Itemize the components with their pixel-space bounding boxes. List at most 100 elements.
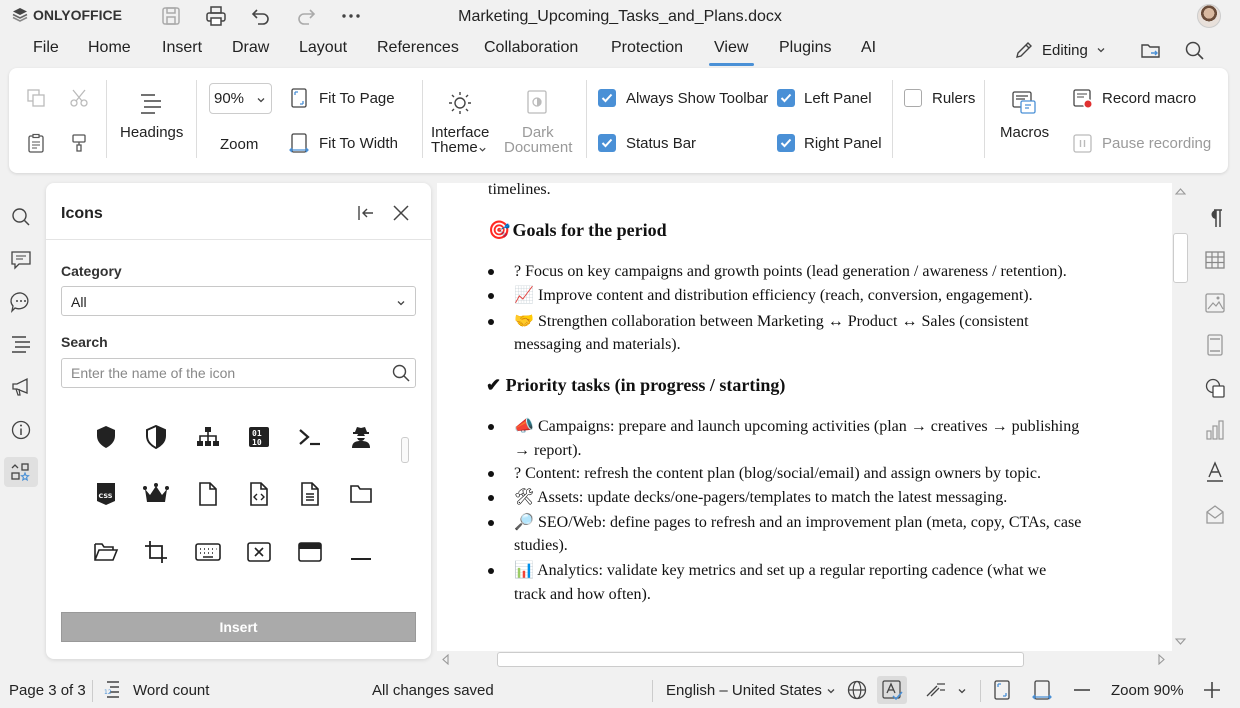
file-code-icon[interactable]	[243, 478, 275, 510]
list-item: 🔎 SEO/Web: define pages to refresh and a…	[514, 511, 1081, 534]
word-count-button[interactable]: Word count	[133, 682, 209, 699]
open-file-location-icon[interactable]	[1140, 40, 1162, 62]
shield-half-icon[interactable]	[140, 421, 172, 453]
fit-to-width-icon[interactable]	[1032, 679, 1052, 701]
scroll-up-icon[interactable]	[1175, 187, 1186, 195]
record-macro-icon[interactable]	[1072, 88, 1094, 110]
zoom-in-icon[interactable]	[1202, 679, 1222, 701]
crop-icon[interactable]	[140, 536, 172, 568]
macros-icon[interactable]	[1011, 89, 1037, 115]
headings-icon[interactable]	[139, 91, 163, 115]
icons-plugin-icon[interactable]	[10, 461, 32, 483]
table-settings-icon[interactable]	[1204, 249, 1226, 271]
binary-icon[interactable]: 01 10	[243, 421, 275, 453]
insert-button[interactable]: Insert	[61, 612, 416, 642]
right-panel-label: Right Panel	[804, 135, 882, 152]
file-lines-icon[interactable]	[294, 478, 326, 510]
navigation-icon[interactable]	[10, 333, 32, 355]
menu-references[interactable]: References	[377, 39, 459, 57]
rulers-checkbox[interactable]	[904, 89, 922, 107]
horizontal-scrollbar[interactable]	[436, 651, 1172, 668]
sitemap-icon[interactable]	[192, 421, 224, 453]
shield-icon[interactable]	[90, 421, 122, 453]
paragraph-settings-icon[interactable]	[1204, 207, 1226, 229]
search-icon[interactable]	[10, 206, 32, 228]
zoom-select[interactable]: 90%	[209, 83, 272, 114]
chart-settings-icon[interactable]	[1204, 419, 1226, 441]
language-select[interactable]: English – United States	[666, 682, 822, 699]
fit-to-page-icon[interactable]	[289, 87, 309, 109]
handshake-icon: 🤝	[514, 313, 534, 330]
menu-draw[interactable]: Draw	[232, 39, 269, 57]
file-icon[interactable]	[192, 478, 224, 510]
keyboard-icon[interactable]	[192, 536, 224, 568]
text-art-settings-icon[interactable]	[1204, 461, 1226, 483]
menu-collaboration[interactable]: Collaboration	[484, 39, 578, 57]
document-page[interactable]: timelines. 🎯 Goals for the period ? Focu…	[437, 183, 1172, 651]
search-icon[interactable]	[391, 363, 411, 383]
format-painter-icon[interactable]	[69, 133, 89, 153]
header-footer-settings-icon[interactable]	[1204, 334, 1226, 356]
scroll-left-icon[interactable]	[441, 654, 449, 665]
window-maximize-icon[interactable]	[294, 536, 326, 568]
menu-file[interactable]: File	[33, 39, 59, 57]
sun-icon[interactable]	[448, 91, 472, 115]
mail-merge-icon[interactable]	[1204, 504, 1226, 526]
icon-search-input[interactable]	[61, 358, 416, 388]
user-avatar[interactable]	[1197, 4, 1221, 28]
always-show-toolbar-checkbox[interactable]	[598, 89, 616, 107]
fit-to-page-button[interactable]: Fit To Page	[319, 90, 395, 107]
scroll-right-icon[interactable]	[1158, 654, 1166, 665]
shape-settings-icon[interactable]	[1204, 377, 1226, 399]
track-changes-icon[interactable]	[925, 679, 949, 701]
interface-theme-label-2[interactable]: Theme	[431, 139, 478, 156]
scroll-down-icon[interactable]	[1175, 638, 1186, 646]
word-count-icon[interactable]: 12	[104, 679, 122, 699]
paste-icon[interactable]	[26, 133, 46, 153]
horizontal-scroll-thumb[interactable]	[497, 652, 1024, 667]
collapse-panel-icon[interactable]	[356, 203, 376, 223]
chat-icon[interactable]	[10, 291, 32, 313]
macros-button[interactable]: Macros	[1000, 124, 1049, 141]
image-settings-icon[interactable]	[1204, 292, 1226, 314]
status-bar-checkbox[interactable]	[598, 134, 616, 152]
menu-protection[interactable]: Protection	[611, 39, 683, 57]
rectangle-xmark-icon[interactable]	[243, 536, 275, 568]
goal-text: Focus on key campaigns and growth points…	[525, 263, 1067, 280]
record-macro-button[interactable]: Record macro	[1102, 90, 1196, 107]
info-icon[interactable]	[10, 419, 32, 441]
user-secret-icon[interactable]	[345, 421, 377, 453]
close-icon[interactable]	[391, 203, 411, 223]
window-minimize-icon[interactable]	[345, 536, 377, 568]
menu-plugins[interactable]: Plugins	[779, 39, 831, 57]
page-indicator[interactable]: Page 3 of 3	[9, 682, 86, 699]
icon-grid-scrollbar[interactable]	[401, 437, 409, 463]
menu-view[interactable]: View	[714, 39, 748, 57]
crown-icon[interactable]	[140, 478, 172, 510]
vertical-scroll-thumb[interactable]	[1173, 233, 1188, 283]
vertical-scrollbar[interactable]	[1172, 183, 1189, 651]
fit-to-width-icon[interactable]	[289, 132, 309, 154]
css3-icon[interactable]: CSS	[90, 478, 122, 510]
comments-icon[interactable]	[10, 249, 32, 271]
folder-open-icon[interactable]	[90, 536, 122, 568]
folder-icon[interactable]	[345, 478, 377, 510]
menu-home[interactable]: Home	[88, 39, 131, 57]
category-select[interactable]: All	[61, 286, 416, 316]
headings-button[interactable]: Headings	[120, 124, 183, 141]
megaphone-icon[interactable]	[10, 376, 32, 398]
zoom-out-icon[interactable]	[1072, 679, 1092, 701]
zoom-level[interactable]: Zoom 90%	[1111, 682, 1184, 699]
fit-to-page-icon[interactable]	[992, 679, 1012, 701]
globe-icon[interactable]	[846, 679, 868, 701]
search-icon[interactable]	[1184, 40, 1206, 62]
left-panel-checkbox[interactable]	[777, 89, 795, 107]
menu-layout[interactable]: Layout	[299, 39, 347, 57]
menu-insert[interactable]: Insert	[162, 39, 202, 57]
terminal-icon[interactable]	[294, 421, 326, 453]
right-panel-checkbox[interactable]	[777, 134, 795, 152]
menu-ai[interactable]: AI	[861, 39, 876, 57]
fit-to-width-button[interactable]: Fit To Width	[319, 135, 398, 152]
spell-check-button[interactable]	[877, 676, 907, 704]
editing-mode-button[interactable]: Editing	[1014, 40, 1106, 60]
